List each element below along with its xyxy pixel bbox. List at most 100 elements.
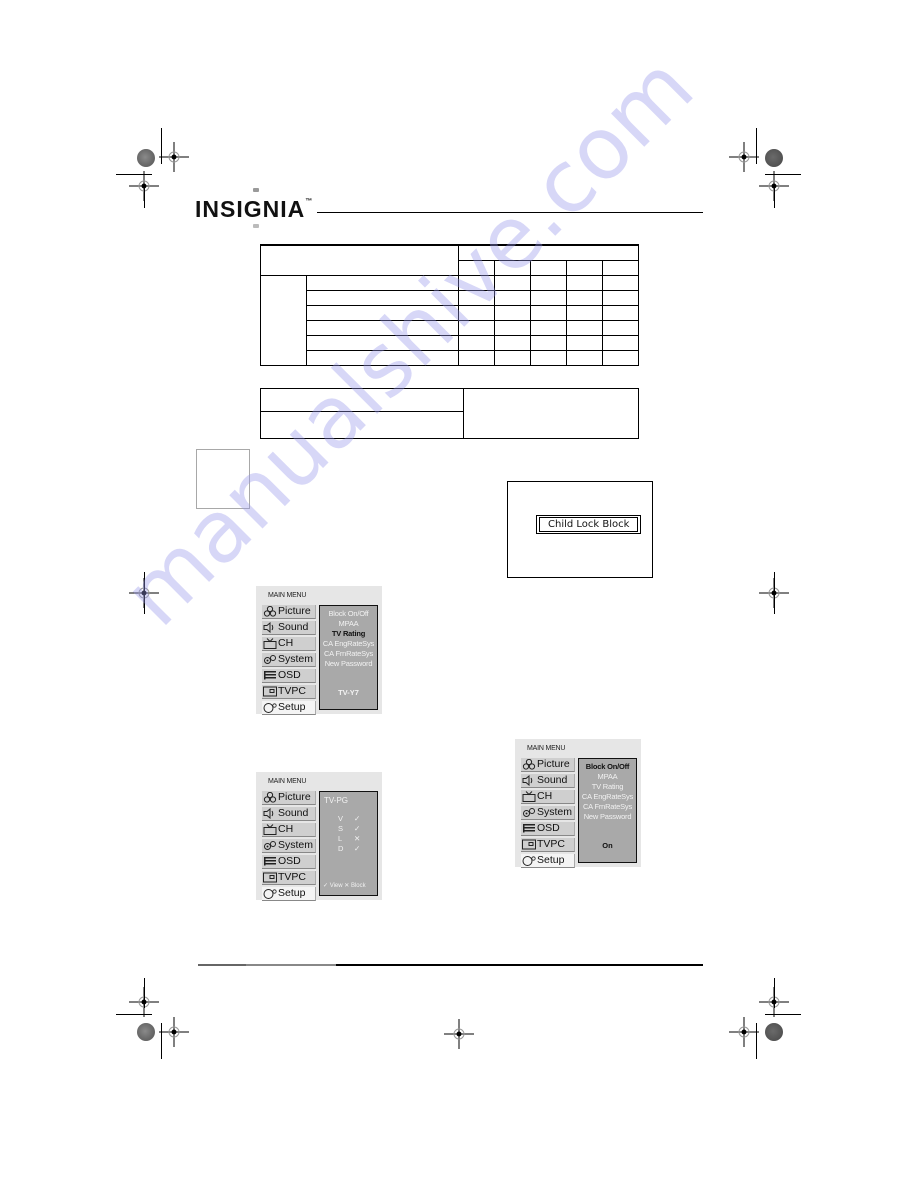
menu-item-label: TVPC [278,685,307,697]
view-check-icon: ✓ [354,844,361,853]
table-cell [566,349,603,366]
setup-icon [263,888,277,899]
content-flag-row[interactable]: L ✕ [338,834,368,843]
osd-lines-icon [522,823,536,834]
table-cell [530,289,567,306]
menu-item-label: System [278,839,314,851]
menu-item-tvpc[interactable]: TVPC [262,685,316,699]
submenu-option[interactable]: MPAA [579,772,636,782]
table-cell [494,349,531,366]
table-cell [602,334,639,351]
menu-item-picture[interactable]: Picture [262,791,316,805]
table-cell [458,334,495,351]
menu-item-sound[interactable]: Sound [521,774,575,788]
setting-value: On [602,841,613,850]
menu-item-system[interactable]: System [521,806,575,820]
table-header-cell [494,259,531,276]
setup-icon [263,702,277,713]
child-lock-screen: Child Lock Block [507,481,653,578]
menu-item-label: TVPC [537,838,566,850]
setting-value: TV-Y7 [338,688,359,697]
submenu-option[interactable]: TV Rating [579,782,636,792]
menu-item-label: Picture [537,758,570,770]
menu-item-system[interactable]: System [262,839,316,853]
table-cell [306,319,459,336]
content-flag-row[interactable]: V ✓ [338,814,368,823]
menu-item-setup[interactable]: Setup [262,701,316,715]
registration-target-icon [444,1019,474,1049]
menu-item-osd[interactable]: OSD [262,855,316,869]
menu-item-osd[interactable]: OSD [262,669,316,683]
table-cell [494,304,531,321]
table-row [260,388,639,439]
crop-mark [774,978,775,1008]
view-check-icon: ✓ [354,824,361,833]
content-flag-row[interactable]: S ✓ [338,824,368,833]
submenu-option[interactable]: Block On/Off [579,762,636,772]
menu-item-osd[interactable]: OSD [521,822,575,836]
table-cell [602,304,639,321]
submenu-option[interactable]: New Password [579,812,636,822]
table-cell [566,289,603,306]
table-cell [602,289,639,306]
table-cell [494,274,531,291]
table-header-cell [530,259,567,276]
tvpc-monitor-icon [522,839,536,850]
menu-item-label: Sound [278,621,309,633]
menu-item-picture[interactable]: Picture [262,605,316,619]
table-cell [566,274,603,291]
menu-submenu-panel: TV-PG V ✓ S ✓ L ✕ D ✓ ✓ View ✕ Block [319,791,378,896]
submenu-option[interactable]: New Password [320,659,377,669]
table-cell [306,349,459,366]
menu-item-sound[interactable]: Sound [262,621,316,635]
menu-item-setup[interactable]: Setup [262,887,316,901]
header-rule [317,212,703,213]
menu-category-list: Picture Sound CH System OSD TVPC Setup [262,791,316,903]
menu-submenu-panel: Block On/Off MPAA TV Rating CA EngRateSys CA… [578,758,637,863]
content-flag-row[interactable]: D ✓ [338,844,368,853]
submenu-option[interactable]: CA FrnRateSys [579,802,636,812]
osd-lines-icon [263,856,277,867]
table-cell [458,289,495,306]
menu-item-system[interactable]: System [262,653,316,667]
table-row [261,334,639,351]
table-cell [530,349,567,366]
table-row [261,304,639,321]
menu-item-sound[interactable]: Sound [262,807,316,821]
tvpc-monitor-icon [263,686,277,697]
menu-item-picture[interactable]: Picture [521,758,575,772]
menu-item-setup[interactable]: Setup [521,854,575,868]
tv-main-menu-tv-pg: MAIN MENU Picture Sound CH System OSD TVPC Setu… [256,772,382,903]
content-flag-key: V [338,814,344,823]
submenu-option[interactable]: Block On/Off [320,609,377,619]
menu-submenu-panel: Block On/Off MPAA TV Rating CA EngRateSys CA… [319,605,378,710]
table-cell [458,319,495,336]
submenu-option[interactable]: CA FrnRateSys [320,649,377,659]
content-flag-key: L [338,834,343,843]
submenu-option[interactable]: TV Rating [320,629,377,639]
menu-item-tvpc[interactable]: TVPC [521,838,575,852]
table-cell [260,411,464,439]
view-block-legend: ✓ View ✕ Block [323,883,366,889]
tv-main-menu-tv-rating: MAIN MENU Picture Sound CH System OSD TVPC Setu… [256,586,382,715]
table-cell [494,319,531,336]
submenu-option[interactable]: CA EngRateSys [320,639,377,649]
rating-table [260,244,639,366]
crop-mark [774,572,775,614]
menu-item-ch[interactable]: CH [521,790,575,804]
submenu-option[interactable]: CA EngRateSys [579,792,636,802]
color-calibration-dot [137,149,155,167]
logo-accent [253,224,259,228]
table-cell [530,319,567,336]
menu-item-ch[interactable]: CH [262,823,316,837]
table-cell [494,289,531,306]
table-header-cell [458,244,639,261]
crop-mark [144,186,145,208]
menu-item-ch[interactable]: CH [262,637,316,651]
system-gears-icon [263,840,277,851]
submenu-option[interactable]: MPAA [320,619,377,629]
menu-title: MAIN MENU [527,745,566,752]
menu-item-label: CH [278,637,294,649]
menu-item-tvpc[interactable]: TVPC [262,871,316,885]
system-gears-icon [263,654,277,665]
